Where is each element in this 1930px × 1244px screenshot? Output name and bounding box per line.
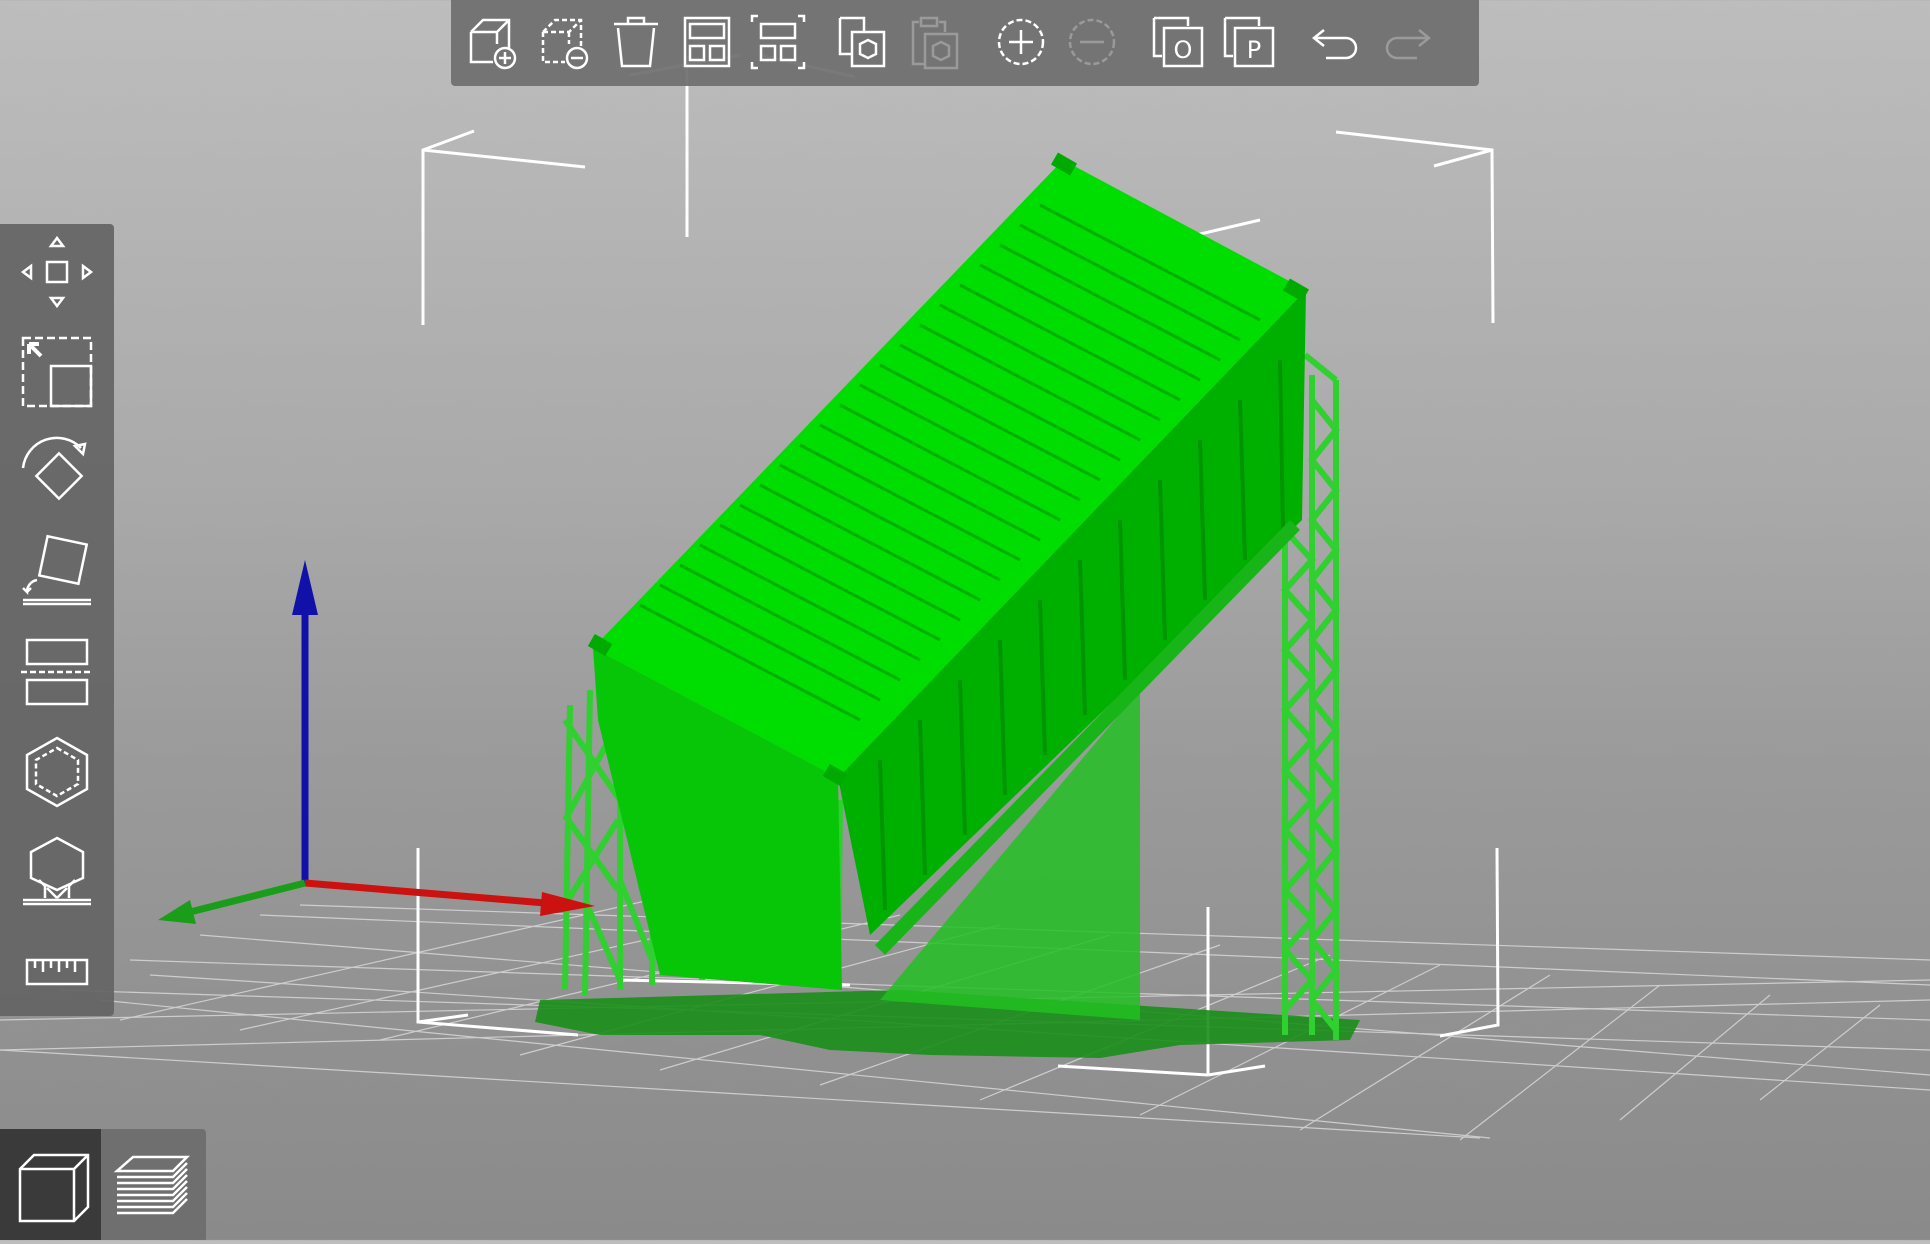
- place-on-face-icon: [22, 534, 91, 606]
- scale-tool[interactable]: [17, 332, 97, 412]
- arrange-selection-icon: [750, 14, 806, 70]
- hollow-icon: [25, 736, 89, 808]
- split-to-parts-icon: P: [1223, 16, 1275, 68]
- move-tool[interactable]: [17, 232, 97, 312]
- delete-button[interactable]: [535, 12, 595, 72]
- undo-icon: [1311, 29, 1358, 60]
- container-model: [587, 152, 1310, 990]
- preview-layers-icon: [113, 1155, 191, 1215]
- add-button[interactable]: [463, 12, 523, 72]
- place-on-face-tool[interactable]: [17, 532, 97, 612]
- cut-icon: [21, 638, 93, 706]
- delete-all-icon: [614, 16, 658, 68]
- support-points-icon: [23, 836, 91, 906]
- view-switcher: [0, 1129, 206, 1240]
- arrange-selection-button[interactable]: [748, 12, 808, 72]
- left-toolbar: [0, 224, 114, 1016]
- support-points-tool[interactable]: [17, 832, 97, 912]
- 3d-view-icon: [18, 1153, 90, 1223]
- cut-tool[interactable]: [17, 632, 97, 712]
- preview-layers-button[interactable]: [103, 1129, 204, 1240]
- measure-tool[interactable]: [17, 932, 97, 1012]
- add-instance-button[interactable]: [991, 12, 1051, 72]
- remove-instance-icon: [1068, 18, 1116, 66]
- move-icon: [20, 235, 94, 309]
- 3d-viewport[interactable]: [0, 0, 1930, 1240]
- split-to-parts-button[interactable]: P: [1219, 12, 1279, 72]
- hollow-tool[interactable]: [17, 732, 97, 812]
- paste-button[interactable]: [905, 12, 965, 72]
- add-instance-icon: [997, 18, 1045, 66]
- measure-icon: [25, 958, 89, 986]
- arrange-icon: [683, 16, 731, 68]
- remove-instance-button[interactable]: [1062, 12, 1122, 72]
- top-toolbar: O P: [451, 0, 1479, 86]
- 3d-view-button[interactable]: [0, 1129, 101, 1240]
- paste-icon: [911, 16, 959, 70]
- redo-button[interactable]: [1377, 12, 1437, 72]
- rotate-tool[interactable]: [17, 432, 97, 512]
- rotate-icon: [21, 436, 87, 501]
- split-to-objects-icon: O: [1152, 16, 1204, 68]
- copy-button[interactable]: [834, 12, 894, 72]
- axis-gizmo: [158, 560, 595, 924]
- delete-icon: [541, 18, 589, 70]
- split-to-objects-button[interactable]: O: [1148, 12, 1208, 72]
- arrange-button[interactable]: [677, 12, 737, 72]
- svg-text:P: P: [1247, 36, 1261, 64]
- svg-text:O: O: [1174, 36, 1193, 64]
- copy-icon: [838, 16, 886, 68]
- redo-icon: [1385, 29, 1432, 60]
- add-icon: [469, 18, 517, 70]
- undo-button[interactable]: [1306, 12, 1366, 72]
- delete-all-button[interactable]: [606, 12, 666, 72]
- scale-icon: [21, 336, 93, 408]
